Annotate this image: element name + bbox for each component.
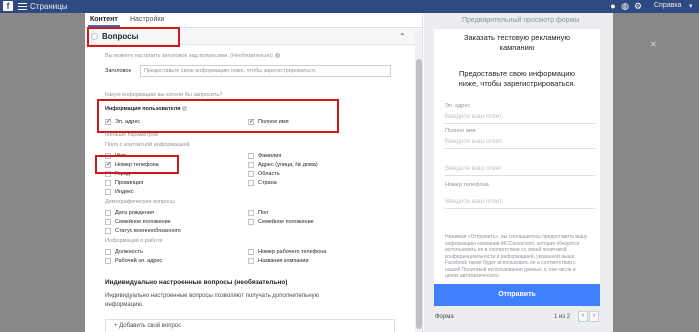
decorative-icon: ✕ — [650, 40, 657, 49]
work-title: Информация о работе — [105, 238, 163, 244]
demographic-title: Демографические вопросы — [105, 199, 175, 205]
highlight-box — [95, 155, 179, 174]
custom-questions-desc-2: информацию. — [105, 302, 144, 308]
form-preview-card: Заказать тестовую рекламную кампанию Пре… — [434, 29, 600, 284]
preview-title: Предварительный просмотр формы — [462, 17, 580, 24]
marital-status-label: Семейное положение — [115, 219, 171, 225]
globe-icon[interactable]: ◍ — [620, 1, 630, 11]
country-checkbox[interactable] — [248, 180, 254, 186]
highlight-box — [97, 99, 339, 133]
contact-title: Поля с контактной информацией — [105, 142, 190, 148]
birthdate-label: Дата рождения — [115, 210, 154, 216]
preview-field-input[interactable]: Введите ваш ответ. — [445, 135, 595, 149]
job-title-checkbox[interactable] — [105, 249, 111, 255]
editor-panel: Контент Настройки Вопросы ⌃ Вы можете на… — [85, 13, 423, 332]
preview-field-label: Эл. адрес — [445, 103, 471, 109]
gender-checkbox[interactable] — [248, 210, 254, 216]
fewer-params-link[interactable]: Меньше параметров — [105, 132, 158, 138]
gear-icon[interactable]: ⚙ — [633, 1, 643, 11]
previous-page-button[interactable]: ‹ — [578, 311, 588, 322]
work-phone-checkbox[interactable] — [248, 249, 254, 255]
preview-disclaimer: Нажимая «Отправить», вы соглашаетесь пре… — [445, 234, 588, 279]
custom-questions-desc-1: Индивидуально настроенные вопросы позвол… — [105, 293, 320, 299]
preview-field-input[interactable]: Введите ваш ответ. — [445, 162, 595, 176]
street-checkbox[interactable] — [248, 162, 254, 168]
lead-form-editor-modal: Контент Настройки Вопросы ⌃ Вы можете на… — [85, 13, 613, 332]
preview-field-input[interactable]: Введите ваш ответ. — [445, 110, 595, 124]
preview-headline-2: кампанию — [499, 43, 535, 52]
work-email-label: Рабочий эл. адрес — [115, 258, 163, 264]
street-label: Адрес (улица, № дома) — [258, 162, 318, 168]
region-label: Область — [258, 171, 280, 177]
company-name-label: Названия компании — [258, 258, 309, 264]
help-link[interactable]: Справка — [654, 2, 681, 9]
top-navigation-bar: f Страницы ● ◍ ⚙ Справка ▾ — [0, 0, 699, 13]
add-question-button[interactable]: + Добавить свой вопрос — [105, 319, 395, 332]
marital-status-checkbox[interactable] — [105, 219, 111, 225]
military-status-checkbox[interactable] — [105, 228, 111, 234]
marital-status-2-checkbox[interactable] — [248, 219, 254, 225]
scrollbar-thumb[interactable] — [416, 59, 422, 329]
header-label: Заголовок — [105, 68, 131, 74]
custom-questions-title: Индивидуально настроенные вопросы (необя… — [105, 279, 288, 286]
marital-status-2-label: Семейное положение — [258, 219, 314, 225]
highlight-box — [87, 27, 180, 47]
preview-field-label: Номер телефона — [445, 182, 489, 188]
preview-headline-1: Заказать тестовую рекламную — [463, 33, 571, 42]
preview-panel: Предварительный просмотр формы Заказать … — [424, 13, 613, 332]
preview-field-input[interactable]: Введите ваш ответ. — [445, 195, 595, 209]
pages-link[interactable]: Страницы — [30, 2, 68, 11]
preview-page-indicator: 1 из 2 — [554, 314, 571, 320]
zip-checkbox[interactable] — [105, 189, 111, 195]
preview-subtitle-1: Предоставьте свою информацию — [458, 69, 576, 78]
menu-icon[interactable] — [18, 1, 27, 10]
notifications-icon[interactable]: ● — [608, 1, 618, 11]
ask-hint: Какую информацию вы хотели бы запросить? — [105, 92, 223, 98]
work-phone-label: Номер рабочего телефона — [258, 249, 327, 255]
header-input[interactable]: Предоставьте свою информацию ниже, чтобы… — [140, 65, 391, 77]
header-hint: Вы можете настроить заголовок над вопрос… — [105, 53, 280, 59]
job-title-label: Должность — [115, 249, 143, 255]
info-icon[interactable]: i — [274, 53, 280, 59]
submit-button[interactable]: Отправить — [434, 284, 600, 306]
gender-label: Пол — [258, 210, 269, 216]
province-checkbox[interactable] — [105, 180, 111, 186]
military-status-label: Статус военнообязанного — [115, 228, 181, 234]
tab-bar: Контент Настройки — [85, 13, 422, 28]
tab-content[interactable]: Контент — [88, 16, 120, 27]
preview-field-label: Полное имя — [445, 128, 476, 134]
tab-settings[interactable]: Настройки — [130, 16, 164, 23]
chevron-up-icon[interactable]: ⌃ — [399, 32, 406, 41]
country-label: Страна — [258, 180, 277, 186]
preview-subtitle-2: ниже, чтобы зарегистрироваться. — [458, 79, 576, 88]
work-email-checkbox[interactable] — [105, 258, 111, 264]
birthdate-checkbox[interactable] — [105, 210, 111, 216]
chevron-down-icon[interactable]: ▾ — [689, 2, 693, 10]
company-name-checkbox[interactable] — [248, 258, 254, 264]
facebook-logo-icon[interactable]: f — [3, 1, 13, 11]
preview-footer-label: Форма — [435, 314, 454, 320]
last-name-checkbox[interactable] — [248, 153, 254, 159]
region-checkbox[interactable] — [248, 171, 254, 177]
zip-label: Индекс — [115, 189, 134, 195]
province-label: Провинция — [115, 180, 144, 186]
editor-scrollbar[interactable] — [415, 29, 422, 332]
last-name-label: Фамилия — [258, 153, 282, 159]
next-page-button[interactable]: › — [589, 311, 599, 322]
